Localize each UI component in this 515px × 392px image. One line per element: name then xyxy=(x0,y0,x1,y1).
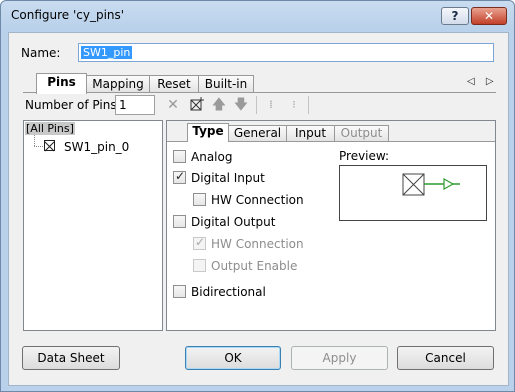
collapse-icon[interactable]: ⁝ xyxy=(286,97,302,113)
tab-scroll-arrows-icon[interactable]: ◁ ▷ xyxy=(467,76,498,87)
apply-button[interactable]: Apply xyxy=(291,346,388,370)
tab-mapping[interactable]: Mapping xyxy=(86,75,150,93)
tab-type[interactable]: Type xyxy=(187,123,229,142)
pin-count-input[interactable]: 1 xyxy=(115,95,155,115)
toolbar-separator xyxy=(308,96,309,114)
bidirectional-label: Bidirectional xyxy=(191,285,266,299)
output-enable-checkbox[interactable] xyxy=(193,259,206,272)
checkmark-icon: ✓ xyxy=(195,235,206,249)
datasheet-button[interactable]: Data Sheet xyxy=(22,346,120,370)
analog-label: Analog xyxy=(191,150,233,164)
tab-built-in[interactable]: Built-in xyxy=(198,75,254,93)
output-enable-label: Output Enable xyxy=(211,259,298,273)
di-hw-connection-label: HW Connection xyxy=(211,193,304,207)
do-hw-connection-label: HW Connection xyxy=(211,237,304,251)
window-title: Configure 'cy_pins' xyxy=(11,8,125,22)
tab-reset[interactable]: Reset xyxy=(149,75,199,93)
pin-preview xyxy=(339,165,487,221)
pins-tree[interactable]: [All Pins] SW1_pin_0 xyxy=(23,120,163,331)
tab-output[interactable]: Output xyxy=(334,125,389,142)
digital-input-label: Digital Input xyxy=(191,171,265,185)
pin-count-label: Number of Pins: xyxy=(25,98,121,112)
do-hw-connection-checkbox[interactable]: ✓ xyxy=(193,235,206,250)
add-pin-icon[interactable] xyxy=(189,97,205,113)
move-up-icon[interactable]: 🡅 xyxy=(211,97,227,113)
help-button[interactable]: ? xyxy=(441,7,469,25)
name-value: SW1_pin xyxy=(81,46,133,59)
preview-label: Preview: xyxy=(339,149,390,163)
spread-icon[interactable]: ⁞ xyxy=(263,97,279,113)
delete-icon[interactable]: ✕ xyxy=(165,97,181,113)
toolbar-separator xyxy=(256,96,257,114)
tab-pins[interactable]: Pins xyxy=(36,73,87,94)
name-label: Name: xyxy=(21,46,61,60)
dialog-window: Configure 'cy_pins' ? ✕ Name: SW1_pin Pi… xyxy=(0,0,515,392)
close-button[interactable]: ✕ xyxy=(471,7,507,25)
bidirectional-checkbox[interactable] xyxy=(173,285,186,298)
tab-input[interactable]: Input xyxy=(286,125,335,142)
digital-output-checkbox[interactable] xyxy=(173,215,186,228)
digital-output-label: Digital Output xyxy=(191,215,276,229)
name-field[interactable]: SW1_pin xyxy=(78,43,494,62)
pins-pane: Number of Pins: 1 ✕ 🡅 🡇 ⁞ ⁝ [All Pins] S… xyxy=(23,92,496,333)
type-tabs: Type General Input Output xyxy=(167,121,495,142)
checkmark-icon: ✓ xyxy=(175,169,186,183)
tree-connector xyxy=(34,135,36,146)
di-hw-connection-checkbox[interactable] xyxy=(193,193,206,206)
move-down-icon[interactable]: 🡇 xyxy=(233,97,249,113)
tree-root-all-pins[interactable]: [All Pins] xyxy=(25,122,75,135)
tree-connector xyxy=(34,146,43,148)
pin-symbol-icon xyxy=(402,173,460,196)
ok-button[interactable]: OK xyxy=(185,346,281,370)
dialog-body: Name: SW1_pin Pins Mapping Reset Built-i… xyxy=(8,32,509,386)
digital-input-checkbox[interactable]: ✓ xyxy=(173,169,186,184)
tab-general[interactable]: General xyxy=(228,125,287,142)
pin-config-panel: Type General Input Output Analog ✓ Digit… xyxy=(166,120,496,331)
cancel-button[interactable]: Cancel xyxy=(397,346,494,370)
tree-item-sw1-pin-0[interactable]: SW1_pin_0 xyxy=(64,140,129,154)
analog-checkbox[interactable] xyxy=(173,150,186,163)
pin-icon xyxy=(44,140,55,151)
